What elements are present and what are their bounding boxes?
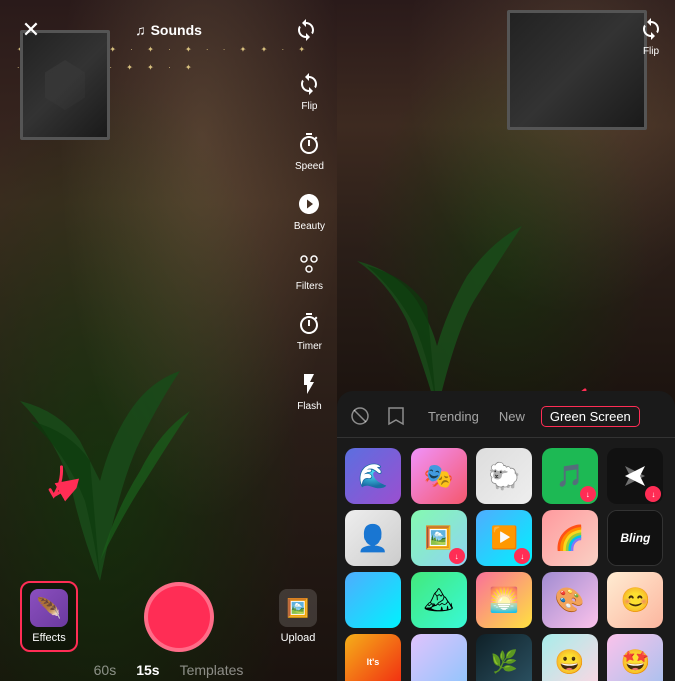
bottom-controls-row: 🪶 Effects 🖼️ Upload [0,571,337,662]
trending-tab[interactable]: Trending [424,407,483,426]
flip-control[interactable]: Flip [295,70,323,112]
beauty-label: Beauty [294,221,325,232]
duration-60s[interactable]: 60s [94,662,117,678]
speed-label: Speed [295,161,324,172]
camera-flip-icon-top[interactable] [290,14,322,46]
green-screen-tab[interactable]: Green Screen [541,406,640,427]
upload-button[interactable]: 🖼️ Upload [279,589,317,644]
flip-icon [295,70,323,98]
effect-item-19[interactable]: 😀 [542,634,598,681]
effects-grid: 🌊 🎭 🐑 🎵 ↓ [337,438,675,681]
upload-icon: 🖼️ [279,589,317,627]
no-effect-icon[interactable] [347,403,373,429]
flash-control[interactable]: Flash [295,370,323,412]
flash-label: Flash [297,401,321,412]
effect-item-11[interactable] [345,572,401,628]
effects-tab-labels: Trending New Green Screen [424,406,665,427]
top-bar-right: Flip [637,0,665,57]
effect-item-10[interactable]: Bling [607,510,663,566]
new-tab[interactable]: New [495,407,529,426]
camera-controls-right: Flip Speed Beauty [294,70,325,412]
upload-label: Upload [281,632,316,644]
effect-item-1[interactable]: 🌊 [345,448,401,504]
timer-label: Timer [297,341,322,352]
flash-icon [295,370,323,398]
effects-icon: 🪶 [30,589,68,627]
flip-icon-right [637,15,665,43]
effect-item-17[interactable] [411,634,467,681]
effect-item-15[interactable]: 😊 [607,572,663,628]
filters-icon [295,250,323,278]
effect-item-13[interactable]: 🌅 [476,572,532,628]
effect-item-3[interactable]: 🐑 [476,448,532,504]
effect-item-20[interactable]: 🤩 [607,634,663,681]
effects-tab-icons [347,403,409,429]
top-bar-left: ✕ ♫ Sounds [0,0,337,60]
effect-item-7[interactable]: 🖼️ ↓ [411,510,467,566]
duration-tabs: 60s 15s Templates [0,662,337,681]
effect-item-4[interactable]: 🎵 ↓ [542,448,598,504]
sounds-icon: ♫ [135,22,146,38]
effect-item-16[interactable]: It's [345,634,401,681]
beauty-icon [295,190,323,218]
effects-label: Effects [32,632,65,644]
bottom-bar-left: 🪶 Effects 🖼️ Upload 60s 15s Templates [0,571,337,681]
duration-15s[interactable]: 15s [136,662,159,678]
effects-tab-bar: Trending New Green Screen [337,391,675,438]
record-button[interactable] [144,582,214,652]
timer-icon [295,310,323,338]
duration-templates[interactable]: Templates [180,662,244,678]
sounds-button[interactable]: ♫ Sounds [135,22,202,38]
speed-control[interactable]: Speed [295,130,324,172]
timer-control[interactable]: Timer [295,310,323,352]
effect-item-2[interactable]: 🎭 [411,448,467,504]
close-button[interactable]: ✕ [15,14,47,46]
left-camera-panel: ✕ ♫ Sounds Flip Speed [0,0,337,681]
effects-panel: Trending New Green Screen 🌊 🎭 🐑 [337,391,675,681]
effects-button[interactable]: 🪶 Effects [20,581,78,652]
effect-item-6[interactable]: 👤 [345,510,401,566]
flip-label: Flip [301,101,317,112]
picture-frame-right [507,10,647,130]
effect-item-9[interactable]: 🌈 [542,510,598,566]
effect-item-18[interactable]: 🌿 [476,634,532,681]
flip-control-right[interactable]: Flip [637,15,665,57]
sounds-label-text: Sounds [151,22,202,38]
beauty-control[interactable]: Beauty [294,190,325,232]
effect-item-5[interactable]: ↓ [607,448,663,504]
right-camera-panel: Flip [337,0,675,681]
effect-item-14[interactable]: 🎨 [542,572,598,628]
flip-label-right: Flip [643,46,659,57]
effect-item-12[interactable]: 🏔 [411,572,467,628]
bookmark-icon[interactable] [383,403,409,429]
speed-icon [295,130,323,158]
effect-item-8[interactable]: ▶️ ↓ [476,510,532,566]
filters-label: Filters [296,281,323,292]
filters-control[interactable]: Filters [295,250,323,292]
